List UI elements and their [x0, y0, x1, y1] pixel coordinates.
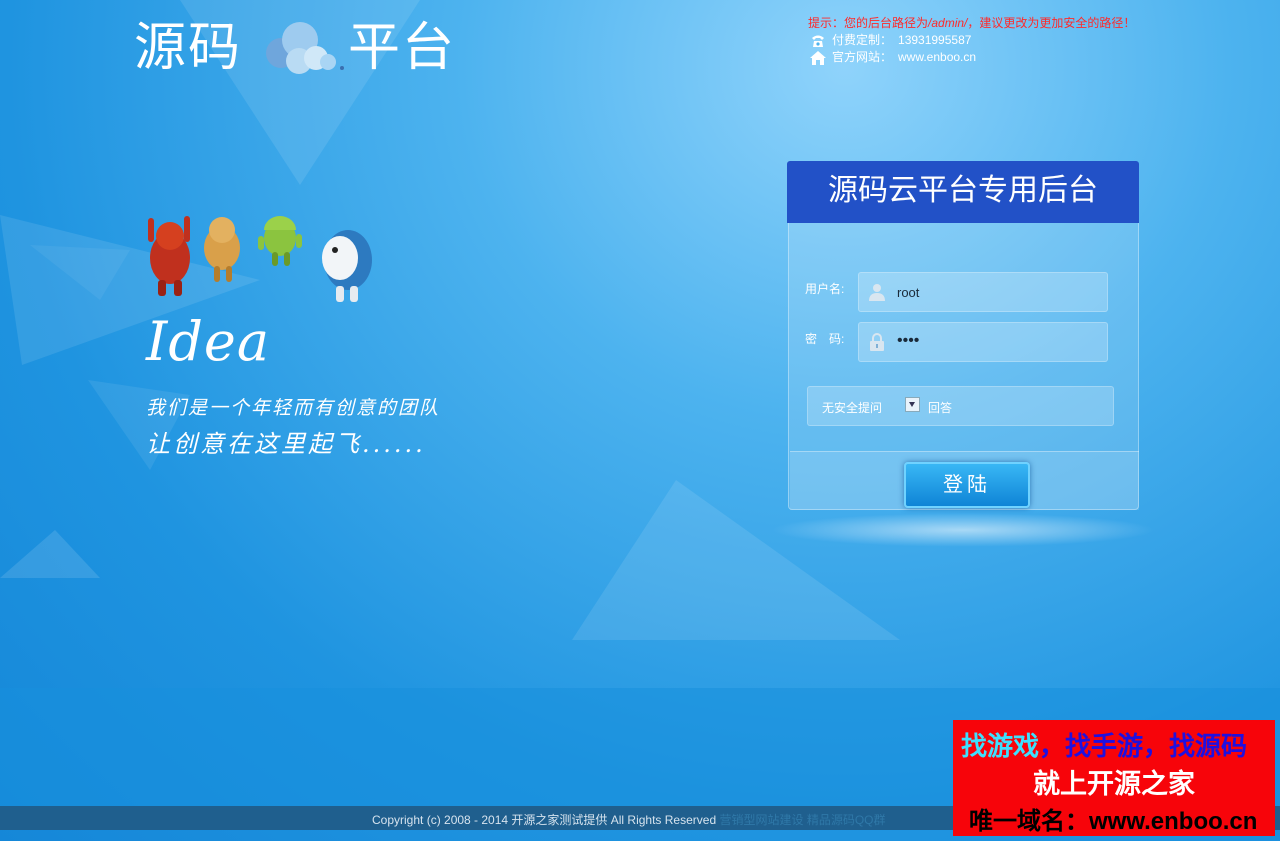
slogan-line-1: 我们是一个年轻而有创意的团队: [146, 397, 441, 419]
security-warning: 提示：您的后台路径为/admin/，建议更改为更加安全的路径！: [808, 15, 1135, 32]
phone-row: 付费定制： 13931995587: [808, 32, 1135, 49]
white-mascot: [322, 230, 372, 302]
phone-number: 13931995587: [898, 33, 972, 47]
home-icon: [810, 50, 826, 65]
ad-line-3: 唯一域名：www.enboo.cn: [969, 808, 1258, 835]
login-button[interactable]: 登陆: [904, 462, 1030, 508]
password-field[interactable]: ••••: [858, 322, 1108, 362]
footer-link-qq[interactable]: 精品源码QQ群: [807, 813, 886, 827]
lock-icon: [870, 333, 884, 351]
slogan-line-2: 让创意在这里起飞......: [146, 430, 426, 458]
password-value: ••••: [897, 332, 920, 349]
site-link[interactable]: www.enboo.cn: [898, 49, 976, 66]
copyright: Copyright (c) 2008 - 2014 开源之家测试提供 All R…: [372, 811, 886, 828]
username-value: root: [897, 285, 920, 300]
phone-icon: [812, 35, 824, 47]
login-footer: 登陆: [790, 451, 1139, 510]
ad-banner[interactable]: 找游戏，找手游，找源码 就上开源之家 唯一域名：www.enboo.cn: [953, 720, 1275, 836]
warning-path: /admin/: [928, 16, 968, 30]
warning-text: 提示：您的后台路径为: [808, 16, 929, 30]
login-form: 用户名: root 密 码: •••• 无安全提问 回答 登陆: [788, 223, 1139, 510]
header-info: 提示：您的后台路径为/admin/，建议更改为更加安全的路径！ 付费定制： 139…: [808, 15, 1135, 66]
panel-shadow: [770, 513, 1156, 547]
username-label: 用户名:: [805, 282, 845, 296]
phone-label: 付费定制：: [832, 33, 893, 47]
site-logo: 源码 平台: [134, 18, 474, 78]
password-label: 密 码:: [805, 332, 845, 346]
site-label: 官方网站：: [832, 50, 893, 64]
idea-heading: Idea: [146, 310, 271, 373]
user-icon: [869, 284, 885, 301]
ad-line-1b: ，找手游，找源码: [1039, 731, 1248, 761]
tan-mascot: [204, 217, 240, 282]
username-field[interactable]: root: [858, 272, 1108, 312]
red-mascot: [148, 216, 190, 296]
ad-line-1: 找游戏，找手游，找源码: [961, 726, 1247, 763]
answer-label: 回答: [928, 401, 953, 415]
site-row: 官方网站： www.enboo.cn: [808, 49, 1135, 66]
ad-line-2: 就上开源之家: [1033, 769, 1195, 799]
security-question-box: 无安全提问 回答: [807, 386, 1114, 426]
android-mascots-illustration: [148, 216, 372, 302]
login-panel: 源码云平台专用后台 用户名: root 密 码: •••• 无安全提问 回答 登…: [787, 161, 1139, 510]
warning-suffix: ，建议更改为更加安全的路径！: [967, 16, 1136, 30]
footer-link-website[interactable]: 营销型网站建设: [719, 813, 803, 827]
security-question-select[interactable]: 无安全提问: [822, 399, 882, 416]
ad-line-1a: 找游戏: [961, 731, 1040, 761]
green-mascot: [258, 216, 302, 266]
chevron-down-icon[interactable]: [905, 397, 920, 412]
logo-text-right: 平台: [348, 18, 457, 78]
logo-text-left: 源码: [134, 18, 243, 78]
login-title: 源码云平台专用后台: [787, 161, 1139, 223]
copyright-text: Copyright (c) 2008 - 2014 开源之家测试提供 All R…: [372, 813, 717, 827]
